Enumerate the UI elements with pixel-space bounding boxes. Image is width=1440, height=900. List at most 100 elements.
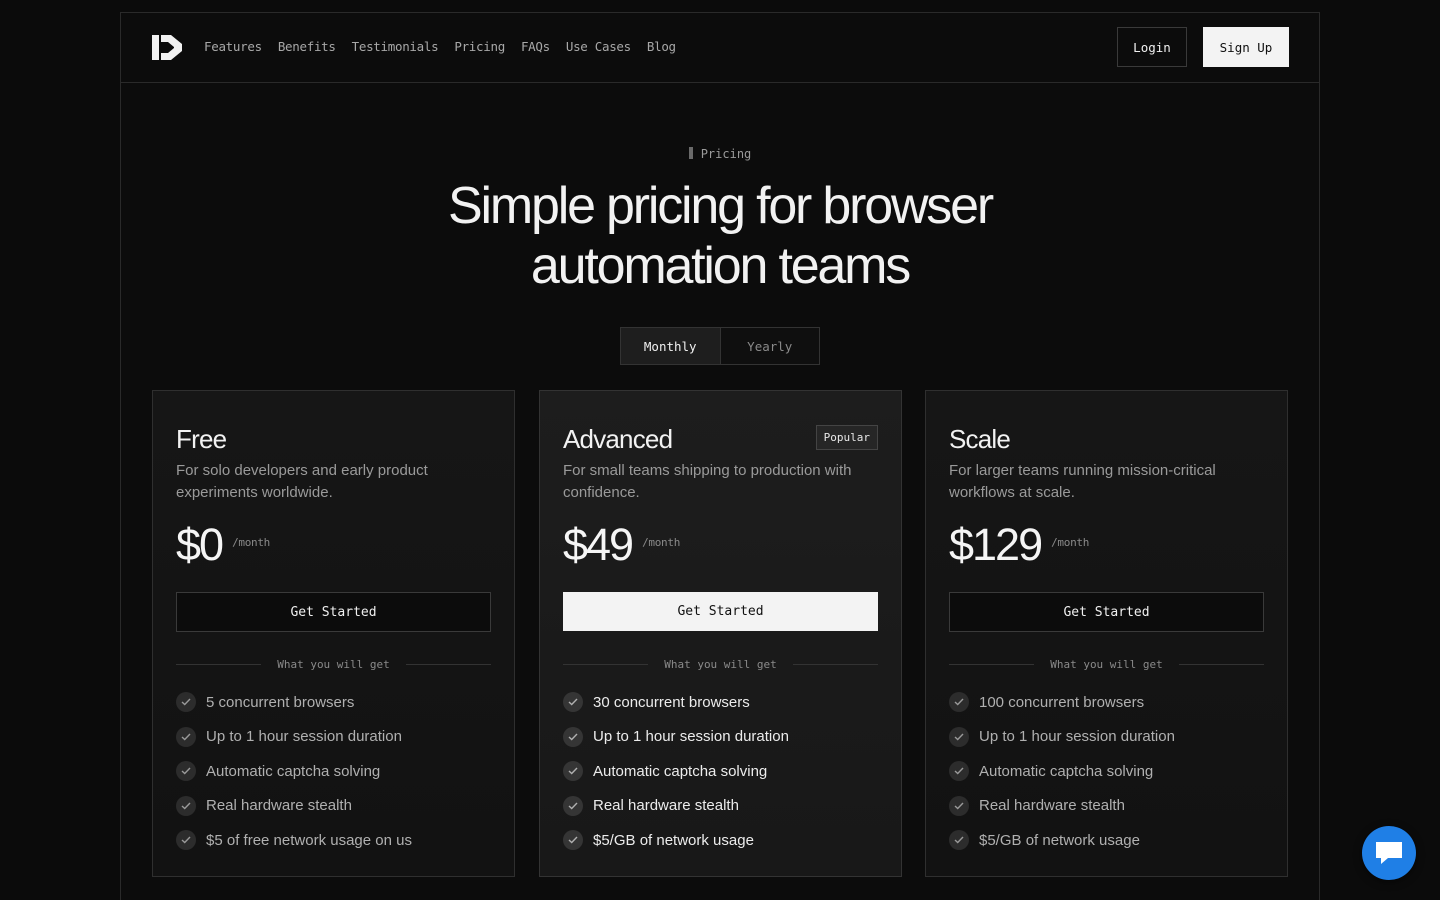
plan-card-free: Free For solo developers and early produ… bbox=[152, 390, 515, 877]
toggle-yearly[interactable]: Yearly bbox=[721, 328, 820, 364]
feature-text: Up to 1 hour session duration bbox=[593, 728, 789, 746]
plan-card-advanced: Advanced Popular For small teams shippin… bbox=[539, 390, 902, 877]
list-item: 30 concurrent browsers bbox=[563, 685, 789, 720]
chat-bubble-icon bbox=[1376, 842, 1402, 864]
feature-text: $5/GB of network usage bbox=[593, 831, 754, 849]
feature-text: Up to 1 hour session duration bbox=[206, 728, 402, 746]
list-item: Up to 1 hour session duration bbox=[176, 720, 412, 755]
login-button[interactable]: Login bbox=[1117, 27, 1187, 67]
price-amount: $129 bbox=[949, 519, 1043, 570]
list-item: $5/GB of network usage bbox=[563, 823, 789, 858]
feature-text: Real hardware stealth bbox=[979, 797, 1125, 815]
toggle-monthly[interactable]: Monthly bbox=[621, 328, 721, 364]
plan-name: Advanced bbox=[563, 424, 673, 454]
list-item: Automatic captcha solving bbox=[563, 754, 789, 789]
popular-badge: Popular bbox=[815, 425, 878, 450]
eyebrow-label: Pricing bbox=[700, 147, 752, 161]
divider-label: What you will get bbox=[664, 657, 777, 671]
check-icon bbox=[563, 726, 583, 747]
feature-text: Automatic captcha solving bbox=[206, 762, 381, 780]
price-amount: $49 bbox=[563, 519, 634, 570]
plan-name: Free bbox=[176, 424, 227, 454]
check-icon bbox=[949, 761, 969, 782]
page-frame: Features Benefits Testimonials Pricing F… bbox=[120, 12, 1320, 900]
feature-text: Automatic captcha solving bbox=[593, 762, 768, 780]
list-item: Real hardware stealth bbox=[949, 789, 1175, 824]
list-item: Automatic captcha solving bbox=[176, 754, 412, 789]
feature-text: 100 concurrent browsers bbox=[979, 693, 1145, 711]
features-divider: What you will get bbox=[949, 656, 1264, 672]
check-icon bbox=[949, 692, 969, 713]
check-icon bbox=[176, 830, 196, 851]
check-icon bbox=[176, 692, 196, 713]
plan-description: For small teams shipping to production w… bbox=[563, 462, 852, 501]
list-item: $5/GB of network usage bbox=[949, 823, 1175, 858]
title-line-2: automation teams bbox=[530, 237, 911, 295]
check-icon bbox=[563, 830, 583, 851]
check-icon bbox=[563, 692, 583, 713]
list-item: 5 concurrent browsers bbox=[176, 685, 412, 720]
page-title: Simple pricing for browser automation te… bbox=[121, 176, 1319, 296]
feature-text: Automatic captcha solving bbox=[979, 762, 1154, 780]
check-icon bbox=[949, 726, 969, 747]
list-item: $5 of free network usage on us bbox=[176, 823, 412, 858]
signup-button[interactable]: Sign Up bbox=[1203, 27, 1289, 67]
list-item: Real hardware stealth bbox=[563, 789, 789, 824]
plan-price: $49/month bbox=[563, 519, 680, 571]
nav-link-benefits[interactable]: Benefits bbox=[278, 39, 336, 54]
price-period: /month bbox=[232, 536, 270, 549]
feature-text: $5/GB of network usage bbox=[979, 831, 1140, 849]
eyebrow-bar-icon bbox=[688, 147, 693, 159]
nav-link-faqs[interactable]: FAQs bbox=[521, 39, 550, 54]
list-item: Up to 1 hour session duration bbox=[563, 720, 789, 755]
check-icon bbox=[176, 761, 196, 782]
feature-text: Real hardware stealth bbox=[593, 797, 739, 815]
nav-link-features[interactable]: Features bbox=[204, 39, 262, 54]
price-period: /month bbox=[642, 536, 681, 549]
check-icon bbox=[563, 761, 583, 782]
feature-list: 5 concurrent browsers Up to 1 hour sessi… bbox=[176, 685, 412, 858]
billing-toggle: Monthly Yearly bbox=[620, 327, 820, 365]
feature-text: Real hardware stealth bbox=[206, 797, 352, 815]
title-line-1: Simple pricing for browser bbox=[448, 177, 994, 235]
plan-name: Scale bbox=[949, 424, 1011, 454]
check-icon bbox=[176, 726, 196, 747]
brand-logo-icon[interactable] bbox=[152, 35, 182, 60]
feature-list: 30 concurrent browsers Up to 1 hour sess… bbox=[563, 685, 789, 858]
features-divider: What you will get bbox=[176, 656, 491, 672]
top-navbar: Features Benefits Testimonials Pricing F… bbox=[121, 13, 1319, 83]
check-icon bbox=[949, 795, 969, 816]
features-divider: What you will get bbox=[563, 656, 878, 672]
list-item: 100 concurrent browsers bbox=[949, 685, 1175, 720]
plan-price: $0/month bbox=[176, 519, 270, 571]
nav-link-testimonials[interactable]: Testimonials bbox=[352, 39, 439, 54]
get-started-button[interactable]: Get Started bbox=[176, 592, 491, 632]
divider-label: What you will get bbox=[277, 657, 390, 671]
nav-link-use-cases[interactable]: Use Cases bbox=[566, 39, 631, 54]
get-started-button[interactable]: Get Started bbox=[563, 592, 878, 631]
feature-text: $5 of free network usage on us bbox=[206, 831, 412, 849]
check-icon bbox=[563, 795, 583, 816]
plan-description: For solo developers and early product ex… bbox=[176, 462, 428, 501]
nav-link-pricing[interactable]: Pricing bbox=[454, 39, 505, 54]
price-amount: $0 bbox=[176, 519, 224, 570]
plan-price: $129/month bbox=[949, 519, 1089, 571]
list-item: Real hardware stealth bbox=[176, 789, 412, 824]
plan-card-scale: Scale For larger teams running mission-c… bbox=[925, 390, 1288, 877]
section-eyebrow: Pricing bbox=[121, 147, 1319, 161]
feature-text: 30 concurrent browsers bbox=[593, 693, 750, 711]
get-started-button[interactable]: Get Started bbox=[949, 592, 1264, 632]
list-item: Automatic captcha solving bbox=[949, 754, 1175, 789]
chat-launcher-button[interactable] bbox=[1362, 826, 1416, 880]
nav-link-blog[interactable]: Blog bbox=[647, 39, 676, 54]
check-icon bbox=[176, 795, 196, 816]
plan-description: For larger teams running mission-critica… bbox=[949, 462, 1216, 501]
feature-list: 100 concurrent browsers Up to 1 hour ses… bbox=[949, 685, 1175, 858]
divider-label: What you will get bbox=[1050, 657, 1163, 671]
feature-text: 5 concurrent browsers bbox=[206, 693, 355, 711]
check-icon bbox=[949, 830, 969, 851]
price-period: /month bbox=[1051, 536, 1090, 549]
main-nav: Features Benefits Testimonials Pricing F… bbox=[204, 39, 676, 54]
feature-text: Up to 1 hour session duration bbox=[979, 728, 1175, 746]
list-item: Up to 1 hour session duration bbox=[949, 720, 1175, 755]
